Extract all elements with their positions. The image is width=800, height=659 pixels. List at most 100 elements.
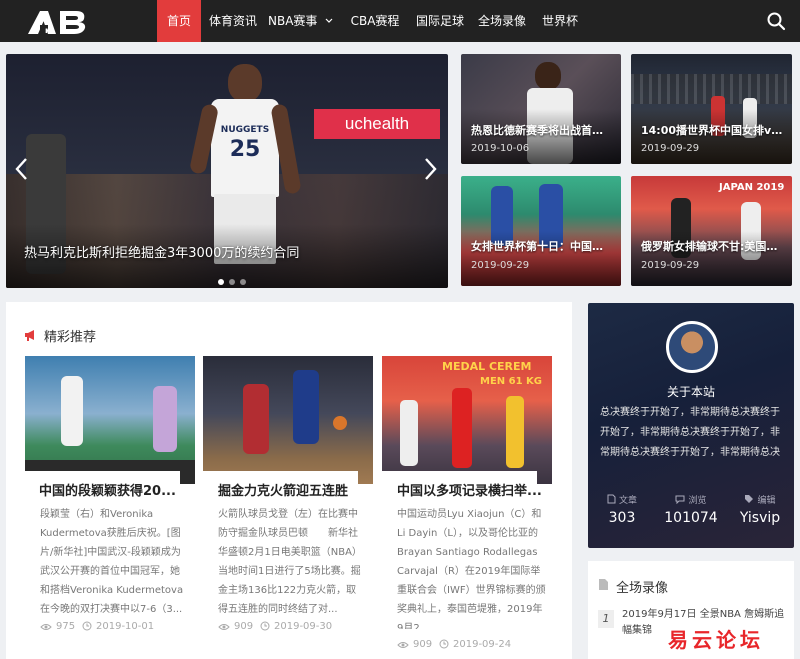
nav-home[interactable]: 首页 — [157, 0, 201, 42]
about-widget: 关于本站 总决赛终于开始了，非常期待总决赛终于开始了，非常期待总决赛终于开始了，… — [588, 303, 794, 548]
arena-banner: uchealth — [314, 109, 440, 139]
search-icon[interactable] — [766, 11, 786, 31]
nav-football[interactable]: 国际足球 — [412, 0, 468, 42]
card-desc: 中国运动员Lyu Xiaojun（C）和Li Dayin（L），以及哥伦比亚的B… — [397, 509, 546, 629]
slider-dots — [218, 270, 246, 288]
clock-icon — [82, 621, 92, 631]
card-date: 2019-09-30 — [260, 621, 332, 632]
megaphone-icon — [25, 330, 34, 341]
recording-rank: 1 — [598, 610, 614, 628]
banner-text: JAPAN 2019 — [719, 182, 785, 193]
card-date-text: 2019-09-24 — [453, 639, 512, 650]
stat-views: 浏览 101074 — [656, 493, 726, 526]
player-figure — [452, 388, 472, 468]
card-views: 975 — [40, 621, 75, 632]
stat-label: 浏览 — [688, 496, 707, 506]
nav-cba[interactable]: CBA赛程 — [347, 0, 403, 42]
card-image[interactable]: MEDAL CEREM MEN 61 KG — [382, 356, 552, 484]
side-post-title: 女排世界杯第十日：中国胜... — [471, 240, 613, 253]
card-date: 2019-10-01 — [82, 621, 154, 632]
player-figure — [293, 370, 319, 444]
jersey-team: NUGGETS — [220, 125, 270, 135]
ceremony-banner: MEDAL CEREM — [442, 360, 532, 373]
player-jersey: NUGGETS 25 — [211, 99, 279, 197]
card-date-text: 2019-09-30 — [274, 621, 333, 632]
top-nav: n 首页 体育资讯 NBA赛事 CBA赛程 国际足球 全场录像 世界杯 — [0, 0, 800, 42]
nav-worldcup[interactable]: 世界杯 — [537, 0, 583, 42]
stat-value: Yisvip — [739, 510, 781, 526]
card-views: 909 — [397, 639, 432, 650]
slider-dot[interactable] — [229, 279, 235, 285]
avatar[interactable] — [666, 321, 718, 373]
card-views-count: 909 — [234, 621, 254, 632]
about-desc: 总决赛终于开始了，非常期待总决赛终于开始了，非常期待总决赛终于开始了，非常期待总… — [600, 407, 780, 458]
tag-icon — [745, 495, 754, 503]
side-post-date: 2019-09-29 — [641, 260, 700, 271]
side-post[interactable]: 14:00播世界杯中国女排vs... 2019-09-29 — [631, 54, 792, 164]
card-title[interactable]: 中国以多项记录横扫举... — [397, 480, 545, 499]
card-title[interactable]: 掘金力克火箭迎五连胜 — [218, 480, 366, 499]
card-views-count: 975 — [56, 621, 76, 632]
stat-editor: 编辑 Yisvip — [726, 493, 794, 526]
hero-slider[interactable]: uchealth NUGGETS 25 热马利克比斯利拒绝掘金3年3000万的续… — [6, 54, 448, 288]
featured-heading: 精彩推荐 — [44, 330, 97, 345]
slider-dot-active[interactable] — [218, 279, 224, 285]
comment-icon — [675, 495, 685, 505]
player-figure — [243, 384, 269, 454]
nav-sports-news[interactable]: 体育资讯 — [207, 0, 259, 42]
ceremony-banner-sub: MEN 61 KG — [480, 376, 542, 387]
document-icon — [607, 494, 616, 504]
side-post-title: 14:00播世界杯中国女排vs... — [641, 124, 784, 137]
player-figure — [506, 396, 524, 468]
side-post[interactable]: JAPAN 2019 俄罗斯女排输球不甘:美国队... 2019-09-29 — [631, 176, 792, 286]
clock-icon — [260, 621, 270, 631]
card-date: 2019-09-24 — [439, 639, 511, 650]
document-icon — [599, 579, 608, 590]
player-head — [535, 62, 561, 90]
card-desc: 段颖莹（右）和Veronika Kudermetova获胜后庆祝。[图片/新华社… — [40, 509, 184, 615]
site-logo[interactable]: n — [26, 8, 88, 35]
chevron-down-icon — [325, 18, 333, 23]
stat-articles: 文章 303 — [588, 493, 656, 526]
stat-value: 101074 — [664, 510, 718, 526]
side-post-date: 2019-09-29 — [471, 260, 530, 271]
hero-caption[interactable]: 热马利克比斯利拒绝掘金3年3000万的续约合同 — [24, 242, 299, 261]
card-desc: 火箭队球员戈登（左）在比赛中防守掘金队球员巴顿 新华社华盛顿2月1日电美职篮（N… — [218, 509, 362, 615]
chevron-left-icon[interactable] — [14, 157, 28, 181]
featured-section: 精彩推荐 中国的段颖颖获得20... 段颖莹（右）和Veronika Kuder… — [6, 302, 572, 659]
player-figure — [153, 386, 177, 452]
nav-nba[interactable]: NBA赛事 — [268, 0, 326, 42]
stat-label: 文章 — [618, 496, 637, 506]
slider-dot[interactable] — [240, 279, 246, 285]
card-views-count: 909 — [413, 639, 433, 650]
card-image[interactable] — [25, 356, 195, 484]
nav-nba-label: NBA赛事 — [268, 14, 318, 28]
svg-text:n: n — [45, 26, 51, 35]
eye-icon — [40, 624, 52, 630]
nav-replays[interactable]: 全场录像 — [474, 0, 530, 42]
card-views: 909 — [218, 621, 253, 632]
card-image[interactable] — [203, 356, 373, 484]
eye-icon — [397, 642, 409, 648]
side-post-title: 热恩比德新赛季将出战首靠... — [471, 124, 613, 137]
side-post-date: 2019-10-06 — [471, 143, 530, 154]
side-post-date: 2019-09-29 — [641, 143, 700, 154]
player-figure — [61, 376, 83, 446]
player-figure — [400, 400, 418, 466]
basketball — [333, 416, 347, 430]
side-post-title: 俄罗斯女排输球不甘:美国队... — [641, 240, 784, 253]
jersey-number: 25 — [229, 137, 261, 162]
recordings-heading: 全场录像 — [616, 581, 669, 596]
eye-icon — [218, 624, 230, 630]
stat-label: 编辑 — [757, 496, 776, 506]
player-head — [228, 64, 262, 102]
watermark: 易云论坛 — [668, 628, 764, 652]
side-post[interactable]: 热恩比德新赛季将出战首靠... 2019-10-06 — [461, 54, 621, 164]
side-post[interactable]: 女排世界杯第十日：中国胜... 2019-09-29 — [461, 176, 621, 286]
clock-icon — [439, 639, 449, 649]
card-title[interactable]: 中国的段颖颖获得20... — [39, 480, 187, 499]
stat-value: 303 — [608, 510, 636, 526]
about-title: 关于本站 — [666, 385, 715, 399]
chevron-right-icon[interactable] — [424, 157, 438, 181]
card-date-text: 2019-10-01 — [96, 621, 155, 632]
